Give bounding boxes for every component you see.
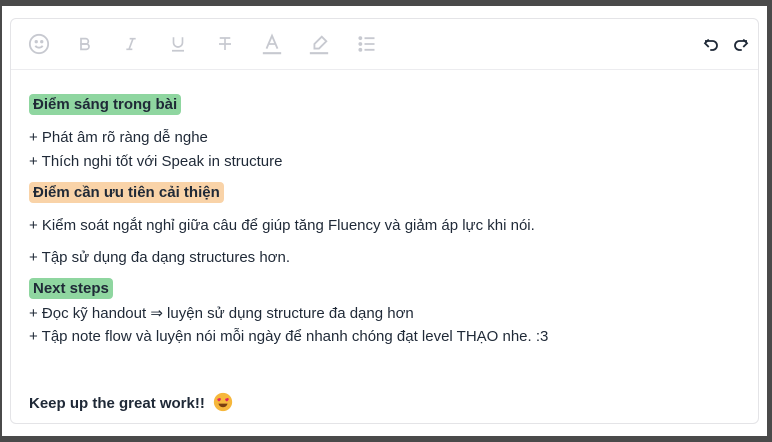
highlight-icon[interactable] <box>307 32 331 56</box>
redo-icon[interactable] <box>729 32 753 56</box>
highlight-item: + Thích nghi tốt với Speak in structure <box>29 153 283 170</box>
strikethrough-icon[interactable] <box>213 32 237 56</box>
rich-text-editor: Điểm sáng trong bài + Phát âm rõ ràng dễ… <box>10 18 759 424</box>
editor-toolbar <box>11 19 758 70</box>
smiling-face-with-heart-eyes-icon <box>213 392 233 412</box>
closing-line: Keep up the great work!! <box>29 392 233 412</box>
highlight-item: + Phát âm rõ ràng dễ nghe <box>29 129 208 146</box>
bold-icon[interactable] <box>73 32 97 56</box>
next-steps-heading: Next steps <box>29 278 113 299</box>
window-frame: Điểm sáng trong bài + Phát âm rõ ràng dễ… <box>2 6 767 436</box>
next-step-item: + Tập note flow và luyện nói mỗi ngày để… <box>29 328 549 345</box>
improve-item: + Tập sử dụng đa dạng structures hơn. <box>29 249 291 266</box>
improve-heading: Điểm cần ưu tiên cải thiện <box>29 182 224 203</box>
next-step-item: + Đọc kỹ handout ⇒ luyện sử dụng structu… <box>29 305 414 322</box>
text-color-icon[interactable] <box>260 32 284 56</box>
bullet-list-icon[interactable] <box>355 32 379 56</box>
italic-icon[interactable] <box>119 32 143 56</box>
underline-icon[interactable] <box>166 32 190 56</box>
highlights-heading: Điểm sáng trong bài <box>29 94 182 115</box>
emoji-icon[interactable] <box>27 32 51 56</box>
improve-item: + Kiểm soát ngắt nghỉ giữa câu để giúp t… <box>29 217 535 234</box>
undo-icon[interactable] <box>699 32 723 56</box>
closing-text: Keep up the great work!! <box>29 395 205 412</box>
